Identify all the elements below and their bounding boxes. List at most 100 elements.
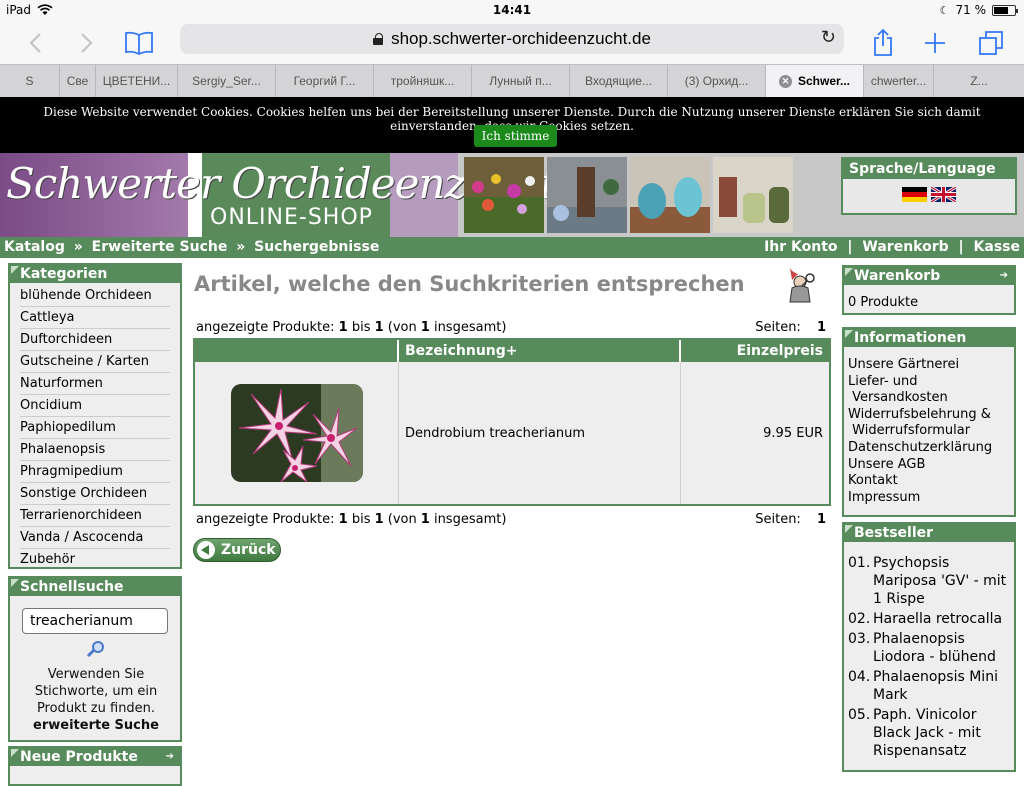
category-link[interactable]: Phalaenopsis xyxy=(20,439,170,461)
pages-label: Seiten: xyxy=(755,320,801,335)
information-box: Informationen Unsere Gärtnerei Liefer- un… xyxy=(842,327,1016,517)
category-link[interactable]: Oncidium xyxy=(20,395,170,417)
category-link[interactable]: Vanda / Ascocenda xyxy=(20,527,170,549)
product-price: 9.95 EUR xyxy=(763,425,823,441)
back-button[interactable]: Zurück xyxy=(193,538,281,562)
count-of-end: insgesamt) xyxy=(433,320,507,335)
german-flag-icon[interactable] xyxy=(902,187,927,202)
count-label: angezeigte Produkte: xyxy=(196,512,335,527)
bestseller-name[interactable]: Paph. Vinicolor Black Jack - mit Rispena… xyxy=(873,706,1010,760)
breadcrumb-separator: » xyxy=(236,239,246,255)
browser-tab-active[interactable]: ✕ Schwer... xyxy=(766,65,864,97)
bestseller-box: Bestseller 01. Psychopsis Mariposa 'GV' -… xyxy=(842,522,1016,772)
search-figure-icon xyxy=(789,268,815,303)
header-name-sort[interactable]: Bezeichnung+ xyxy=(399,340,681,362)
share-icon[interactable] xyxy=(866,26,900,60)
info-link[interactable]: Kontakt xyxy=(848,473,1010,490)
category-link[interactable]: blühende Orchideen xyxy=(20,285,170,307)
bestseller-list: 01. Psychopsis Mariposa 'GV' - mit 1 Risp… xyxy=(844,542,1014,774)
browser-tab[interactable]: Входящие... xyxy=(570,65,668,97)
status-bar: iPad 14:41 ☾ 71 % xyxy=(0,0,1024,22)
browser-tab[interactable]: S xyxy=(0,65,60,97)
quick-search-box: Schnellsuche Verwenden Sie Stichworte, u… xyxy=(8,576,182,742)
advanced-search-link[interactable]: erweiterte Suche xyxy=(16,717,176,734)
account-link[interactable]: Ihr Konto xyxy=(764,239,837,255)
info-link[interactable]: Liefer- und xyxy=(848,374,1010,391)
new-tab-plus-icon[interactable] xyxy=(918,26,952,60)
browser-tab[interactable]: Лунный п... xyxy=(472,65,570,97)
breadcrumb-advanced-search[interactable]: Erweiterte Suche xyxy=(92,239,228,255)
category-link[interactable]: Phragmipedium xyxy=(20,461,170,483)
arrow-right-icon[interactable]: ➔ xyxy=(166,748,174,766)
categories-title: Kategorien xyxy=(10,265,180,283)
breadcrumb: Katalog » Erweiterte Suche » Suchergebni… xyxy=(0,237,1024,258)
browser-tab[interactable]: тройняшк... xyxy=(374,65,472,97)
bestseller-name[interactable]: Phalaenopsis Mini Mark xyxy=(873,668,1010,704)
close-tab-icon[interactable]: ✕ xyxy=(778,74,792,88)
search-input[interactable] xyxy=(22,608,168,634)
info-link[interactable]: Unsere AGB xyxy=(848,457,1010,474)
breadcrumb-results[interactable]: Suchergebnisse xyxy=(254,239,379,255)
category-link[interactable]: Cattleya xyxy=(20,307,170,329)
pages-number[interactable]: 1 xyxy=(817,512,826,527)
browser-tab[interactable]: Z... xyxy=(934,65,1024,97)
browser-tab[interactable]: Георгий Г... xyxy=(276,65,374,97)
browser-toolbar: shop.schwerter-orchideenzucht.de ↻ xyxy=(0,22,1024,64)
arrow-right-icon[interactable]: ➔ xyxy=(1000,267,1008,285)
back-chevron-icon[interactable] xyxy=(18,26,52,60)
cart-link[interactable]: Warenkorb xyxy=(862,239,948,255)
bestseller-item[interactable]: 03. Phalaenopsis Liodora - blühend xyxy=(848,630,1010,666)
arrow-left-icon xyxy=(197,541,215,559)
uk-flag-icon[interactable] xyxy=(931,187,956,202)
browser-tab[interactable]: (3) Орхид... xyxy=(668,65,766,97)
category-link[interactable]: Zubehör xyxy=(20,549,170,571)
search-icon[interactable] xyxy=(86,640,106,658)
info-link[interactable]: Impressum xyxy=(848,490,1010,507)
cart-title[interactable]: Warenkorb ➔ xyxy=(844,267,1014,285)
bestseller-name[interactable]: Psychopsis Mariposa 'GV' - mit 1 Rispe xyxy=(873,554,1010,608)
category-link[interactable]: Sonstige Orchideen xyxy=(20,483,170,505)
table-header: Bezeichnung+ Einzelpreis xyxy=(195,340,829,362)
product-image[interactable] xyxy=(230,384,363,482)
bestseller-item[interactable]: 01. Psychopsis Mariposa 'GV' - mit 1 Risp… xyxy=(848,554,1010,608)
accept-cookies-button[interactable]: Ich stimme zu xyxy=(474,125,557,165)
address-bar[interactable]: shop.schwerter-orchideenzucht.de ↻ xyxy=(180,24,844,54)
info-link[interactable]: Versandkosten xyxy=(848,390,1010,407)
main-content: Artikel, welche den Suchkriterien entspr… xyxy=(192,262,832,572)
bestseller-item[interactable]: 02. Haraella retrocalla xyxy=(848,610,1010,628)
bestseller-item[interactable]: 04. Phalaenopsis Mini Mark xyxy=(848,668,1010,704)
bestseller-name[interactable]: Phalaenopsis Liodora - blühend xyxy=(873,630,1010,666)
vases-photo xyxy=(630,157,710,233)
breadcrumb-katalog[interactable]: Katalog xyxy=(4,239,65,255)
reload-icon[interactable]: ↻ xyxy=(821,27,836,48)
pages-number[interactable]: 1 xyxy=(817,320,826,335)
browser-tab[interactable]: Све xyxy=(60,65,96,97)
category-link[interactable]: Duftorchideen xyxy=(20,329,170,351)
info-link[interactable]: Unsere Gärtnerei xyxy=(848,357,1010,374)
category-link[interactable]: Terrarienorchideen xyxy=(20,505,170,527)
bookmarks-book-icon[interactable] xyxy=(122,26,156,60)
checkout-link[interactable]: Kasse xyxy=(974,239,1020,255)
forward-chevron-icon[interactable] xyxy=(70,26,104,60)
product-name-link[interactable]: Dendrobium treacherianum xyxy=(405,426,585,441)
browser-tab[interactable]: chwerter... xyxy=(864,65,934,97)
pages-info: Seiten: 1 xyxy=(755,320,826,335)
pots-photo xyxy=(713,157,793,233)
new-products-title[interactable]: Neue Produkte ➔ xyxy=(10,748,180,766)
count-total: 1 xyxy=(420,320,430,335)
header-image xyxy=(195,340,399,362)
category-link[interactable]: Gutscheine / Karten xyxy=(20,351,170,373)
bestseller-name[interactable]: Haraella retrocalla xyxy=(873,610,1002,628)
bestseller-item[interactable]: 05. Paph. Vinicolor Black Jack - mit Risp… xyxy=(848,706,1010,760)
header-price-sort[interactable]: Einzelpreis xyxy=(681,340,829,362)
info-link[interactable]: Widerrufsbelehrung & xyxy=(848,407,1010,424)
category-link[interactable]: Paphiopedilum xyxy=(20,417,170,439)
categories-list: blühende Orchideen Cattleya Duftorchideen G… xyxy=(10,283,180,571)
info-link[interactable]: Datenschutzerklärung xyxy=(848,440,1010,457)
info-link[interactable]: Widerrufsformular xyxy=(848,423,1010,440)
tabs-overview-icon[interactable] xyxy=(974,26,1008,60)
browser-tab[interactable]: ЦВЕТЕНИ... xyxy=(96,65,178,97)
browser-tab[interactable]: Sergiy_Ser... xyxy=(178,65,276,97)
count-of-word: (von xyxy=(387,512,417,527)
category-link[interactable]: Naturformen xyxy=(20,373,170,395)
